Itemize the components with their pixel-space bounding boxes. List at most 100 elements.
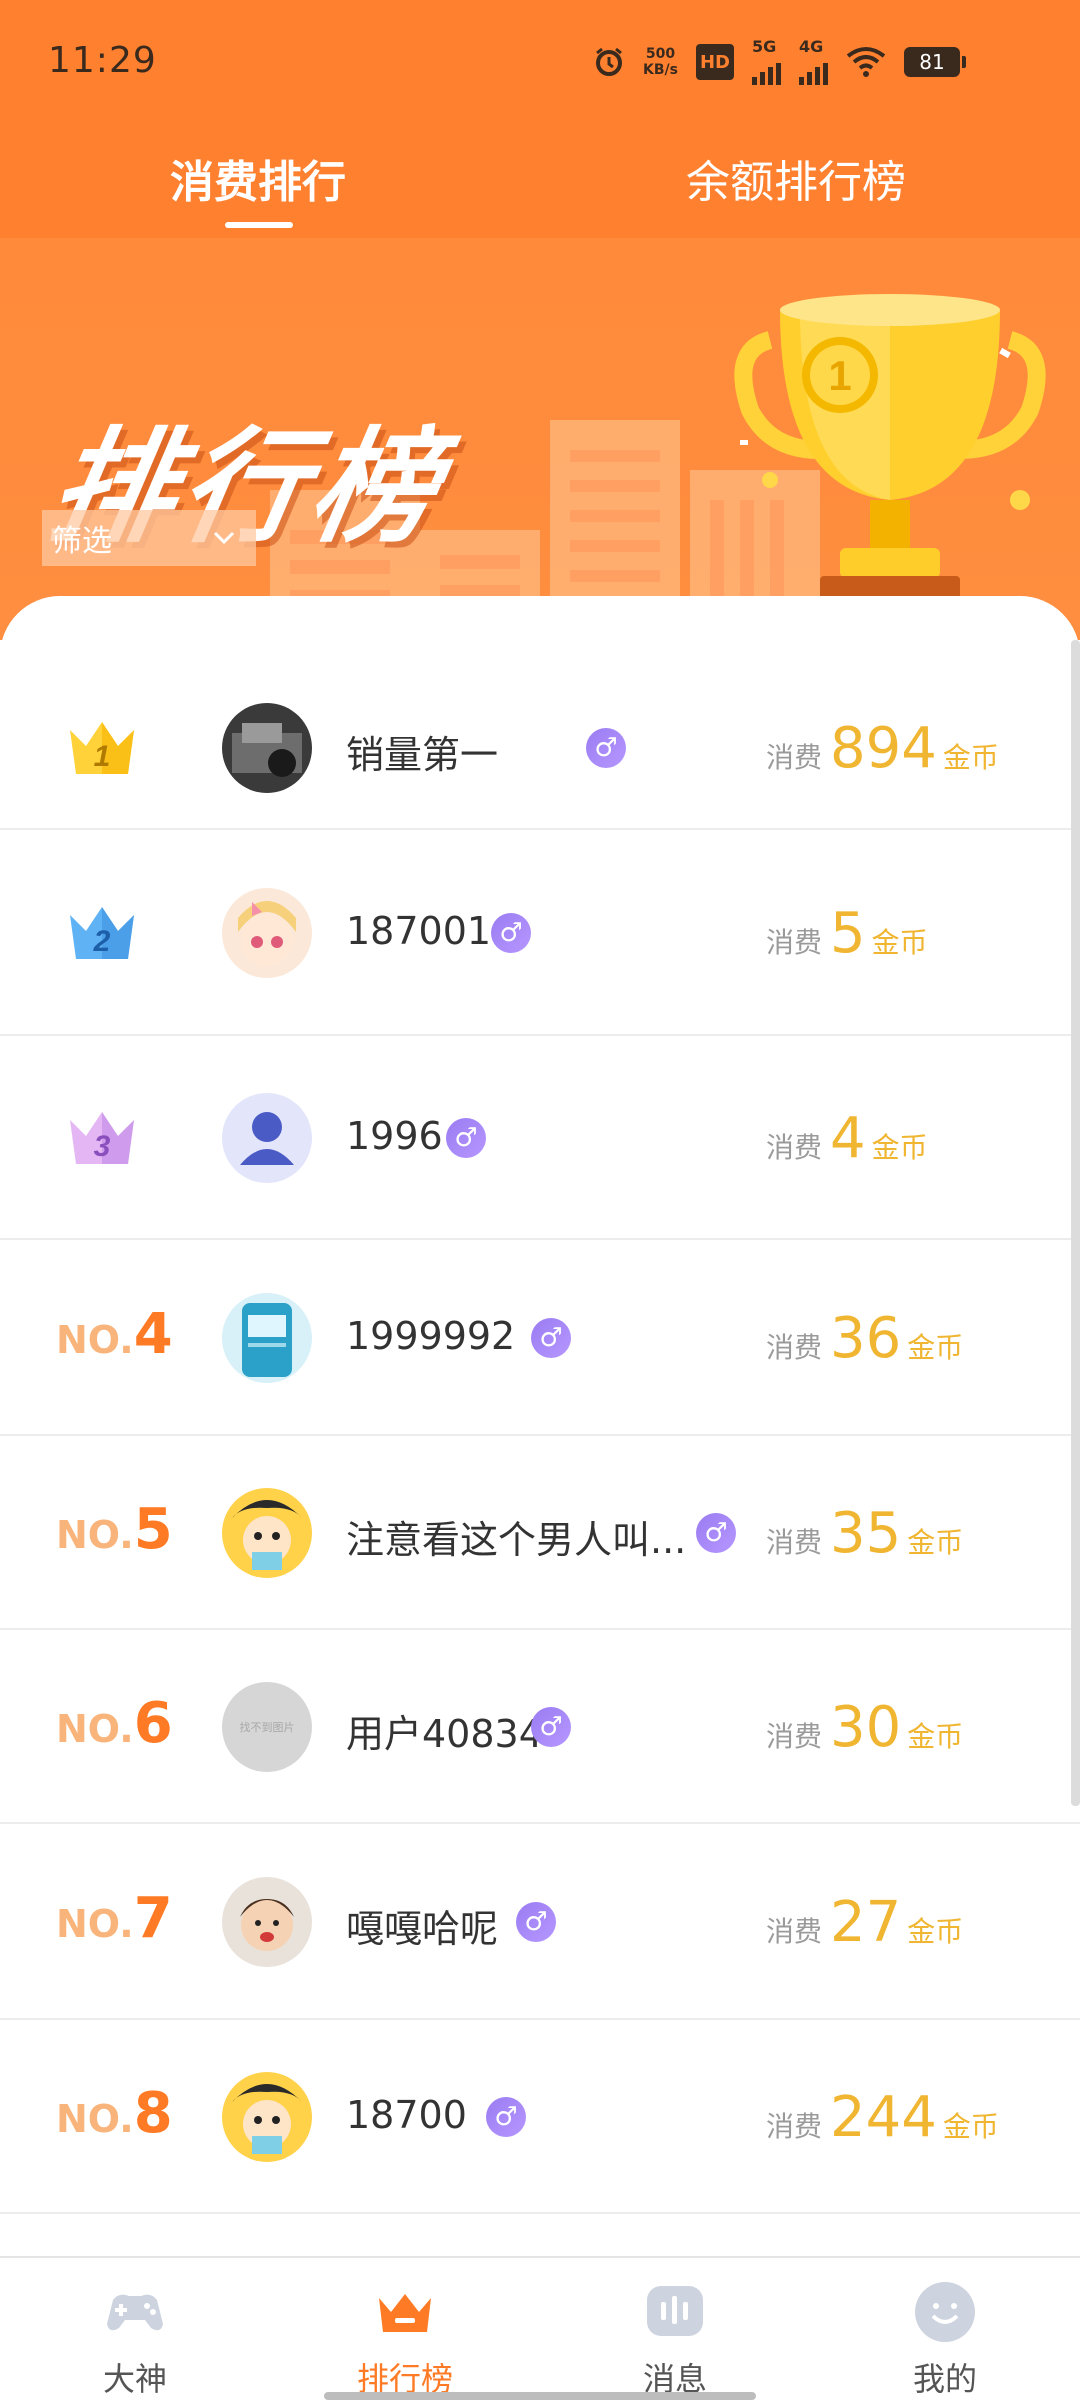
ranking-row[interactable]: 2 187001 ♂ 消费 5 金币 [0, 830, 1080, 1036]
male-gender-icon: ♂ [531, 1707, 571, 1747]
rank-prefix: NO. [56, 1902, 134, 1946]
rank-prefix: NO. [56, 1318, 134, 1362]
alarm-icon [593, 44, 625, 80]
male-gender-icon: ♂ [531, 1318, 571, 1358]
ranking-row[interactable]: NO. 4 1999992 ♂ 消费 36 金币 [0, 1240, 1080, 1436]
spend-value: 5 [830, 901, 866, 966]
missing-image-avatar[interactable]: 找不到图片 [222, 1682, 312, 1772]
user-name: 18700 [346, 2093, 467, 2137]
trophy-icon: 1 [734, 294, 1046, 600]
ranking-row[interactable]: 3 1996 ♂ 消费 4 金币 [0, 1036, 1080, 1240]
spend-amount: 消费 5 金币 [766, 901, 928, 966]
ranking-list: 1 销量第一 ♂ 消费 894 金币 2 187001 ♂ 消费 5 金币 3 1996 ♂ 消费 4 金币 NO.… [0, 596, 1080, 2256]
user-name: 注意看这个男人叫... [346, 1518, 687, 1562]
nav-item-mine[interactable]: 我的 [810, 2258, 1080, 2408]
ranking-tabs: 消费排行 余额排行榜 [0, 130, 1080, 240]
ranking-row[interactable]: 1 销量第一 ♂ 消费 894 金币 [0, 596, 1080, 830]
child-photo-avatar[interactable] [222, 1877, 312, 1967]
spend-amount: 消费 244 金币 [766, 2085, 999, 2150]
cartoon-avatar[interactable] [222, 2072, 312, 2162]
nav-item-messages[interactable]: 消息 [540, 2258, 810, 2408]
rank-label: NO. 5 [56, 1497, 173, 1562]
gamepad-icon [107, 2294, 163, 2331]
wifi-icon [846, 44, 886, 80]
rank-number: 3 [94, 1130, 111, 1163]
ranking-row[interactable]: NO. 5 注意看这个男人叫... ♂ 消费 35 金币 [0, 1436, 1080, 1630]
currency-unit: 金币 [907, 1526, 964, 1559]
message-icon [647, 2286, 703, 2336]
rank-label: NO. 4 [56, 1302, 173, 1367]
default-user-avatar[interactable] [222, 1093, 312, 1183]
spend-label: 消费 [766, 1526, 823, 1559]
spend-value: 35 [830, 1501, 902, 1566]
spend-amount: 消费 4 金币 [766, 1106, 928, 1171]
nav-item-ranking[interactable]: 排行榜 [270, 2258, 540, 2408]
spend-amount: 消费 36 金币 [766, 1306, 963, 1371]
spend-value: 36 [830, 1306, 902, 1371]
status-icons: 500 KB/s HD 5G 4G 81 [593, 39, 966, 85]
spend-label: 消费 [766, 1131, 823, 1164]
photo-avatar[interactable] [222, 703, 312, 793]
nav-item-dashen[interactable]: 大神 [0, 2258, 270, 2408]
spend-label: 消费 [766, 1915, 823, 1948]
nav-label-mine: 我的 [912, 2360, 977, 2398]
ranking-page: 11:29 500 KB/s HD 5G 4G 81 消费排行 余额排行榜 排行… [0, 0, 1080, 2408]
network-speed: 500 KB/s [643, 46, 678, 78]
bottom-nav: 大神 排行榜 消息 我的 [0, 2256, 1080, 2408]
network-speed-unit: KB/s [643, 62, 678, 78]
spend-label: 消费 [766, 1720, 823, 1753]
anime-girl-avatar[interactable] [222, 888, 312, 978]
male-gender-icon: ♂ [446, 1118, 486, 1158]
rank-crown-icon: 2 [70, 907, 134, 959]
signal-4g-icon: 4G [799, 39, 828, 85]
missing-image-text: 找不到图片 [222, 1682, 312, 1772]
user-name: 销量第一 [346, 733, 499, 777]
user-name: 1996 [346, 1114, 443, 1158]
ranking-row[interactable]: NO. 8 18700 ♂ 消费 244 金币 [0, 2020, 1080, 2214]
spend-label: 消费 [766, 926, 823, 959]
spend-value: 894 [830, 716, 937, 781]
rank-prefix: NO. [56, 1513, 134, 1557]
currency-unit: 金币 [907, 1331, 964, 1364]
scrollbar[interactable] [1071, 640, 1080, 1806]
status-time: 11:29 [48, 40, 157, 81]
spend-label: 消费 [766, 1331, 823, 1364]
tab-consumption-ranking[interactable]: 消费排行 [170, 146, 346, 210]
smile-face-icon [915, 2282, 975, 2342]
currency-unit: 金币 [907, 1720, 964, 1753]
rank-crown-icon: 3 [70, 1112, 134, 1164]
rank-prefix: NO. [56, 2097, 134, 2141]
home-indicator [324, 2392, 756, 2400]
device-avatar[interactable] [222, 1293, 312, 1383]
spend-amount: 消费 27 金币 [766, 1890, 963, 1955]
nav-label-dashen: 大神 [102, 2360, 167, 2398]
currency-unit: 金币 [907, 1915, 964, 1948]
user-name: 用户40834 [346, 1712, 543, 1756]
rank-prefix: NO. [56, 1707, 134, 1751]
spend-value: 30 [830, 1695, 902, 1760]
male-gender-icon: ♂ [486, 2097, 526, 2137]
currency-unit: 金币 [871, 1131, 928, 1164]
sim2-label: 4G [799, 37, 824, 56]
spend-value: 244 [830, 2085, 937, 2150]
spend-amount: 消费 894 金币 [766, 716, 999, 781]
active-tab-indicator [225, 222, 293, 228]
male-gender-icon: ♂ [696, 1513, 736, 1553]
status-bar: 11:29 500 KB/s HD 5G 4G 81 [0, 0, 1080, 110]
signal-5g-icon: 5G [752, 39, 781, 85]
filter-dropdown[interactable]: 筛选 [42, 510, 256, 566]
tab-balance-ranking[interactable]: 余额排行榜 [686, 146, 906, 210]
sim1-label: 5G [752, 37, 777, 56]
ranking-row[interactable]: NO. 7 嘎嘎哈呢 ♂ 消费 27 金币 [0, 1824, 1080, 2020]
user-name: 嘎嘎哈呢 [346, 1907, 499, 1951]
rank-number: 2 [93, 925, 111, 958]
chevron-down-icon [213, 531, 235, 545]
cartoon-avatar[interactable] [222, 1488, 312, 1578]
hero-header: 11:29 500 KB/s HD 5G 4G 81 消费排行 余额排行榜 排行… [0, 0, 1080, 640]
user-name: 187001 [346, 909, 492, 953]
rank-number: 7 [133, 1886, 173, 1951]
rank-number: 5 [133, 1497, 173, 1562]
male-gender-icon: ♂ [516, 1902, 556, 1942]
filter-label: 筛选 [52, 524, 112, 559]
ranking-row[interactable]: NO. 6 找不到图片 用户40834 ♂ 消费 30 金币 [0, 1630, 1080, 1824]
